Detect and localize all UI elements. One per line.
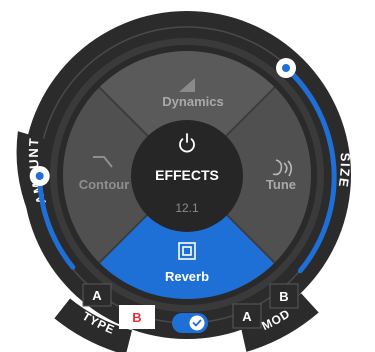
type-option-a[interactable]: A bbox=[82, 283, 112, 307]
mod-option-b-label: B bbox=[279, 289, 288, 304]
size-knob[interactable] bbox=[276, 58, 296, 78]
mod-option-a-label: A bbox=[242, 309, 252, 324]
type-option-b-label: B bbox=[132, 310, 141, 325]
segment-label-contour: Contour bbox=[79, 177, 130, 192]
amount-knob[interactable] bbox=[29, 166, 50, 186]
type-option-b[interactable]: B bbox=[119, 305, 155, 329]
effects-toggle[interactable] bbox=[172, 313, 208, 333]
effects-title: EFFECTS bbox=[155, 167, 219, 183]
effects-control-dial: AMOUNT SIZE Dynamics Contour Tune Reverb bbox=[0, 0, 375, 352]
mod-option-b[interactable]: B bbox=[269, 283, 299, 309]
size-control[interactable]: SIZE bbox=[336, 153, 353, 190]
effects-hub[interactable]: EFFECTS 12.1 bbox=[131, 120, 243, 232]
effects-value: 12.1 bbox=[175, 201, 199, 215]
size-label: SIZE bbox=[336, 153, 353, 190]
segment-label-tune: Tune bbox=[266, 177, 296, 192]
type-option-a-label: A bbox=[92, 288, 102, 303]
segment-label-dynamics: Dynamics bbox=[162, 94, 223, 109]
segment-label-reverb: Reverb bbox=[165, 269, 209, 284]
mod-option-a[interactable]: A bbox=[232, 303, 262, 329]
